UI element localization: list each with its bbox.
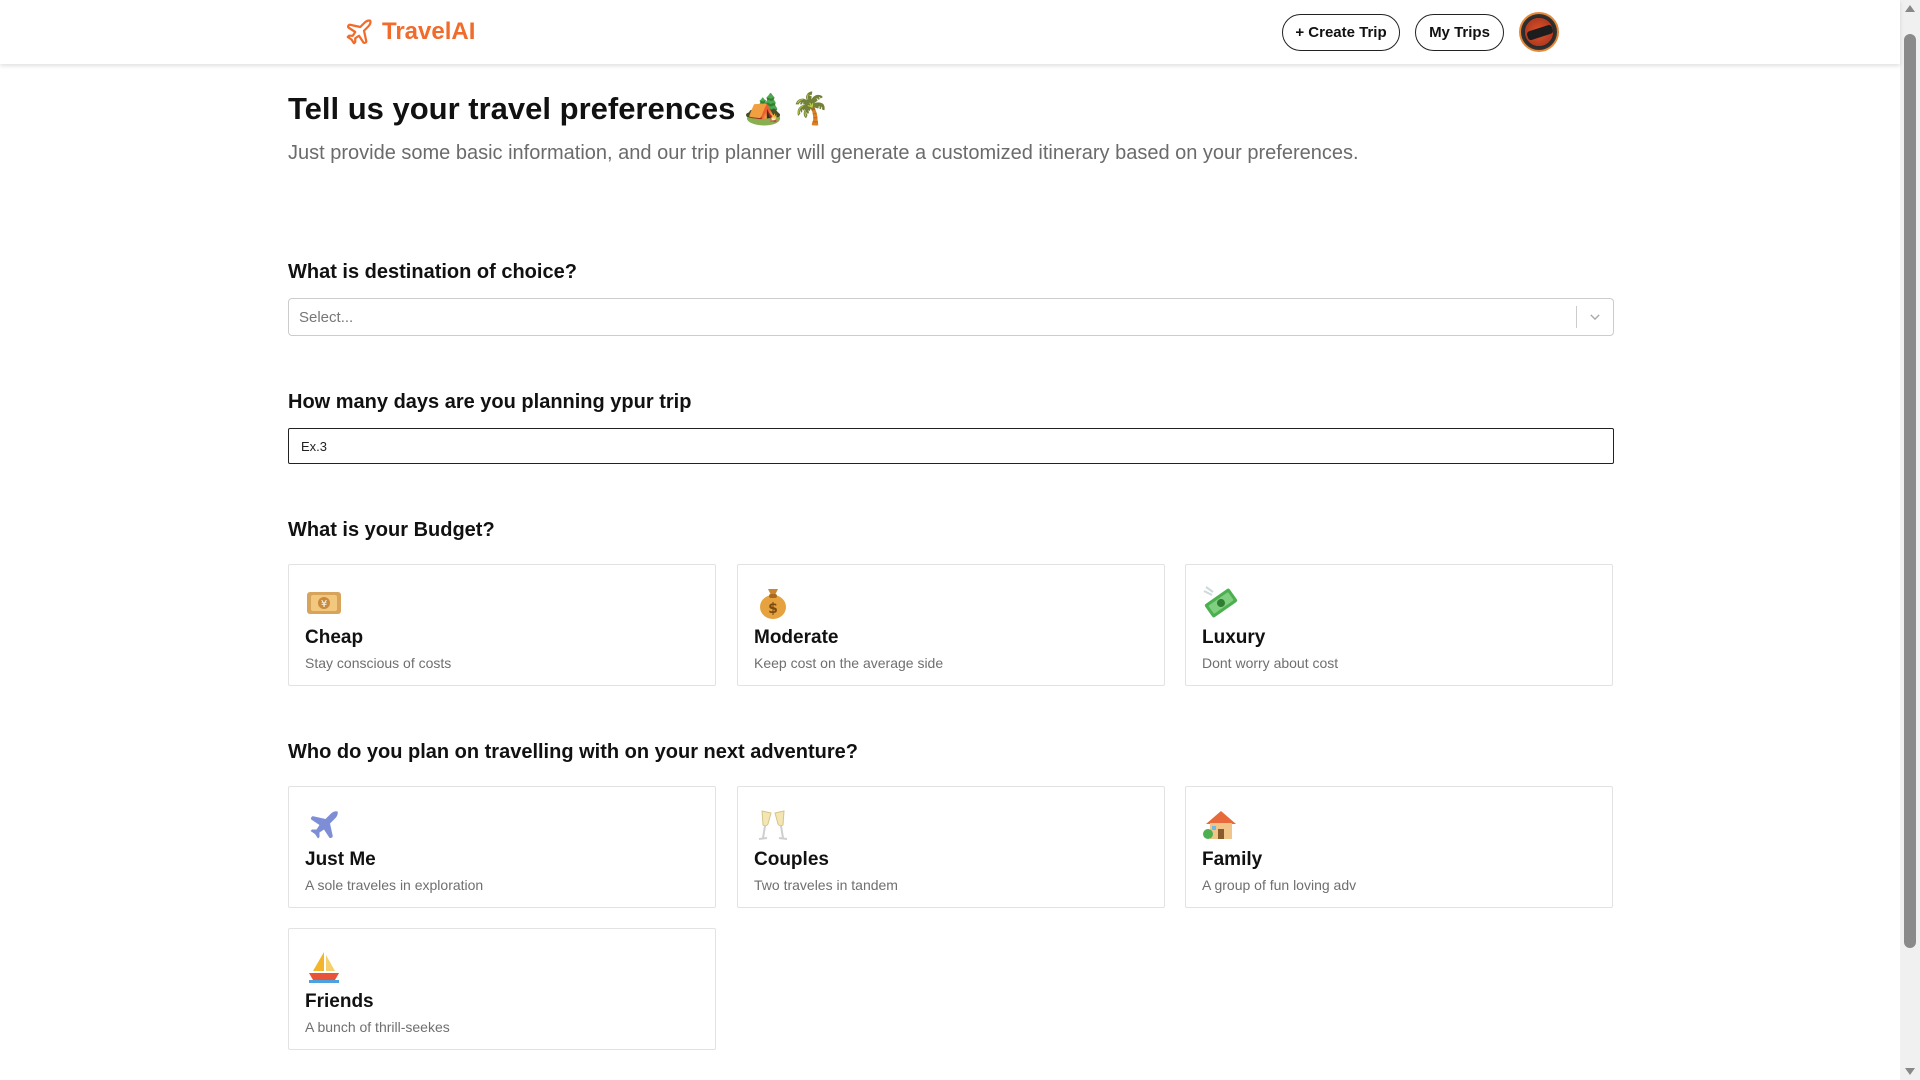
top-navbar: TravelAI + Create Trip My Trips <box>0 0 1900 64</box>
days-question: How many days are you planning ypur trip <box>288 391 692 413</box>
budget-option-desc: Dont worry about cost <box>1202 655 1339 671</box>
budget-option-cheap[interactable]: ¥ Cheap Stay conscious of costs <box>288 564 716 686</box>
money-bag-icon: $ <box>754 585 792 621</box>
destination-select-placeholder: Select... <box>299 308 354 326</box>
brand-logo[interactable]: TravelAI <box>344 17 475 47</box>
my-trips-button[interactable]: My Trips <box>1415 14 1504 51</box>
traveler-option-just-me[interactable]: Just Me A sole traveles in exploration <box>288 786 716 908</box>
budget-question: What is your Budget? <box>288 519 495 541</box>
traveler-option-desc: Two traveles in tandem <box>754 877 898 893</box>
flying-money-icon <box>1202 585 1240 621</box>
page-scrollbar[interactable] <box>1900 0 1920 1080</box>
destination-question: What is destination of choice? <box>288 261 577 283</box>
traveler-option-desc: A bunch of thrill-seekes <box>305 1019 450 1035</box>
cash-icon: ¥ <box>305 585 343 621</box>
scroll-up-arrow-icon[interactable] <box>1905 5 1915 12</box>
budget-option-title: Cheap <box>305 627 364 648</box>
budget-option-title: Moderate <box>754 627 839 648</box>
scrollbar-thumb[interactable] <box>1904 34 1916 948</box>
page-subtitle: Just provide some basic information, and… <box>288 142 1359 164</box>
days-input[interactable] <box>288 428 1614 464</box>
traveler-option-couples[interactable]: Couples Two traveles in tandem <box>737 786 1165 908</box>
svg-text:¥: ¥ <box>321 599 327 610</box>
page-title: Tell us your travel preferences 🏕️ 🌴 <box>288 91 830 126</box>
traveler-option-title: Couples <box>754 849 829 870</box>
create-trip-button[interactable]: + Create Trip <box>1282 14 1400 51</box>
budget-option-title: Luxury <box>1202 627 1266 648</box>
traveler-option-desc: A sole traveles in exploration <box>305 877 484 893</box>
traveler-option-desc: A group of fun loving adv <box>1202 877 1357 893</box>
traveler-option-family[interactable]: Family A group of fun loving adv <box>1185 786 1613 908</box>
traveler-option-title: Just Me <box>305 849 376 870</box>
traveler-option-title: Family <box>1202 849 1263 870</box>
house-icon <box>1202 807 1240 843</box>
user-avatar[interactable] <box>1519 12 1559 52</box>
traveler-option-title: Friends <box>305 991 374 1012</box>
chevron-down-icon[interactable] <box>1577 299 1613 335</box>
travelers-question: Who do you plan on travelling with on yo… <box>288 741 859 763</box>
plane-logo-icon <box>346 19 372 45</box>
traveler-option-friends[interactable]: Friends A bunch of thrill-seekes <box>288 928 716 1050</box>
svg-text:$: $ <box>768 601 778 617</box>
budget-option-desc: Keep cost on the average side <box>754 655 944 671</box>
scroll-down-arrow-icon[interactable] <box>1905 1068 1915 1075</box>
budget-option-desc: Stay conscious of costs <box>305 655 452 671</box>
brand-name: TravelAI <box>382 18 476 45</box>
clinking-glasses-icon <box>754 807 792 843</box>
budget-option-luxury[interactable]: Luxury Dont worry about cost <box>1185 564 1613 686</box>
airplane-icon <box>305 807 343 843</box>
destination-select[interactable]: Select... <box>288 298 1614 336</box>
sailboat-icon <box>305 949 343 985</box>
budget-option-moderate[interactable]: $ Moderate Keep cost on the average side <box>737 564 1165 686</box>
